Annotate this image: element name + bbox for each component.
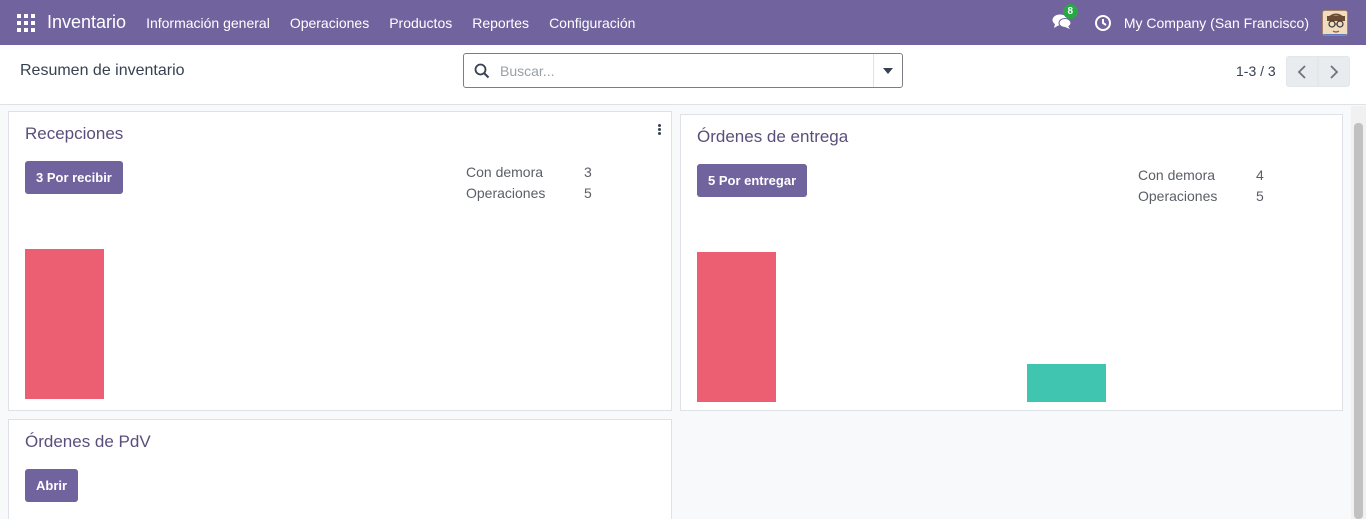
top-navbar: Inventario Información general Operacion… xyxy=(0,0,1366,45)
menu-informacion-general[interactable]: Información general xyxy=(146,15,270,31)
stat-operaciones[interactable]: Operaciones 5 xyxy=(1138,186,1276,207)
card-stats: Con demora 3 Operaciones 5 xyxy=(466,162,604,204)
card-title[interactable]: Órdenes de PdV xyxy=(25,432,151,452)
abrir-button[interactable]: Abrir xyxy=(25,469,79,502)
search-icon xyxy=(474,63,490,79)
caret-down-icon xyxy=(883,67,893,74)
stat-operaciones[interactable]: Operaciones 5 xyxy=(466,183,604,204)
menu-productos[interactable]: Productos xyxy=(389,15,452,31)
search-box[interactable] xyxy=(463,53,903,88)
graph-bar[interactable] xyxy=(1027,364,1106,402)
chevron-left-icon xyxy=(1297,64,1306,79)
card-title[interactable]: Órdenes de entrega xyxy=(697,127,848,147)
pager-previous-button[interactable] xyxy=(1286,56,1318,87)
chevron-right-icon xyxy=(1330,64,1339,79)
search-options-toggle[interactable] xyxy=(873,54,902,87)
graph-area[interactable] xyxy=(25,249,657,399)
graph-bar[interactable] xyxy=(697,252,776,402)
activity-clock-icon[interactable] xyxy=(1094,14,1112,32)
company-switcher[interactable]: My Company (San Francisco) xyxy=(1124,15,1309,31)
stat-con-demora[interactable]: Con demora 3 xyxy=(466,162,604,183)
por-entregar-button[interactable]: 5 Por entregar xyxy=(697,164,808,197)
page-title: Resumen de inventario xyxy=(20,62,185,79)
scrollbar-thumb[interactable] xyxy=(1354,123,1363,519)
card-ordenes-de-pdv: Órdenes de PdV Abrir xyxy=(8,419,672,519)
card-recepciones: Recepciones 3 Por recibir Con demora 3 O… xyxy=(8,111,672,411)
pager-value[interactable]: 1-3 / 3 xyxy=(1236,63,1276,79)
menu-reportes[interactable]: Reportes xyxy=(472,15,529,31)
menu-operaciones[interactable]: Operaciones xyxy=(290,15,369,31)
graph-bar[interactable] xyxy=(25,249,104,399)
por-recibir-button[interactable]: 3 Por recibir xyxy=(25,161,123,194)
card-menu-icon[interactable] xyxy=(656,124,662,138)
card-title[interactable]: Recepciones xyxy=(25,124,123,144)
stat-con-demora[interactable]: Con demora 4 xyxy=(1138,165,1276,186)
messages-badge: 8 xyxy=(1062,3,1078,19)
card-ordenes-de-entrega: Órdenes de entrega 5 Por entregar Con de… xyxy=(680,114,1343,411)
app-name[interactable]: Inventario xyxy=(47,12,126,33)
chat-icon[interactable]: 8 xyxy=(1052,3,1078,33)
search-input[interactable] xyxy=(500,54,873,87)
user-avatar[interactable] xyxy=(1322,9,1348,36)
graph-area[interactable] xyxy=(697,252,1329,402)
menu-configuracion[interactable]: Configuración xyxy=(549,15,635,31)
pager-next-button[interactable] xyxy=(1318,56,1350,87)
apps-menu-icon[interactable] xyxy=(17,13,35,32)
card-stats: Con demora 4 Operaciones 5 xyxy=(1138,165,1276,207)
control-panel: Resumen de inventario 1-3 / 3 xyxy=(0,45,1366,105)
